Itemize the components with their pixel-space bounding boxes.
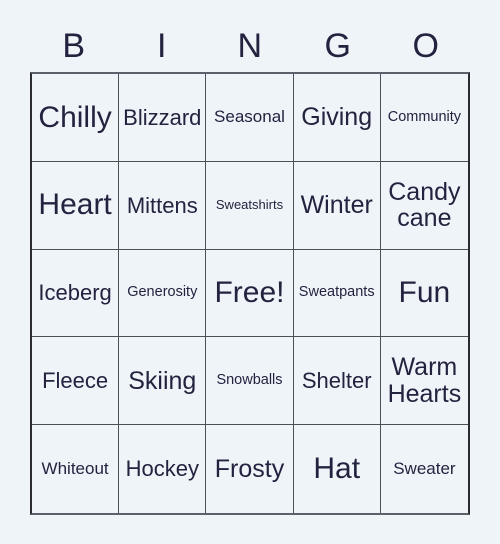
bingo-cell-label: Hat bbox=[313, 452, 361, 486]
bingo-cell[interactable]: Seasonal bbox=[206, 74, 294, 162]
bingo-header-letter-g: G bbox=[324, 27, 352, 65]
bingo-header-letter-n: N bbox=[237, 27, 263, 65]
bingo-cell-label: Generosity bbox=[127, 284, 198, 301]
bingo-cell-label: Shelter bbox=[301, 368, 372, 394]
bingo-cell[interactable]: Hat bbox=[293, 425, 381, 513]
bingo-cell-label: Giving bbox=[301, 103, 373, 132]
bingo-cell[interactable]: Heart bbox=[32, 161, 120, 250]
bingo-cell-label: Sweatpants bbox=[298, 284, 375, 301]
bingo-cell-label: Sweater bbox=[393, 459, 456, 479]
bingo-cell-label: Hockey bbox=[125, 456, 199, 482]
bingo-cell[interactable]: Whiteout bbox=[32, 425, 120, 513]
bingo-cell[interactable]: Sweater bbox=[380, 425, 468, 513]
bingo-cell[interactable]: Shelter bbox=[293, 337, 381, 426]
bingo-cell-label: Seasonal bbox=[214, 107, 285, 127]
bingo-cell[interactable]: Iceberg bbox=[32, 249, 120, 338]
bingo-header-letter-i: I bbox=[157, 27, 167, 65]
bingo-cell-label: Candy cane bbox=[388, 177, 461, 233]
bingo-cell[interactable]: Frosty bbox=[206, 425, 294, 513]
bingo-cell[interactable]: Snowballs bbox=[206, 337, 294, 426]
bingo-cell[interactable]: Warm Hearts bbox=[380, 337, 468, 426]
bingo-cell[interactable]: Sweatpants bbox=[293, 249, 381, 338]
bingo-cell[interactable]: Candy cane bbox=[380, 161, 468, 250]
bingo-cell[interactable]: Fleece bbox=[32, 337, 120, 426]
bingo-cell-label: Free! bbox=[214, 276, 285, 310]
bingo-cell[interactable]: Winter bbox=[293, 161, 381, 250]
bingo-cell-label: Winter bbox=[300, 190, 373, 219]
bingo-cell-label: Skiing bbox=[128, 366, 197, 395]
bingo-cell-label: Fun bbox=[398, 276, 451, 310]
bingo-header-letter-b: B bbox=[62, 27, 86, 65]
bingo-grid: Chilly Blizzard Seasonal Giving Community Hea… bbox=[30, 72, 470, 515]
bingo-card: B I N G O Chilly Blizzard Seasonal Giving Co… bbox=[0, 0, 500, 544]
bingo-cell-label: Chilly bbox=[38, 100, 112, 134]
bingo-cell-label: Sweatshirts bbox=[215, 197, 284, 213]
bingo-cell-label: Whiteout bbox=[41, 459, 109, 479]
bingo-cell-label: Community bbox=[387, 108, 462, 125]
bingo-cell-label: Snowballs bbox=[216, 372, 283, 389]
bingo-cell-label: Fleece bbox=[42, 368, 109, 394]
bingo-cell[interactable]: Hockey bbox=[119, 425, 207, 513]
bingo-cell[interactable]: Fun bbox=[380, 249, 468, 338]
bingo-cell[interactable]: Chilly bbox=[32, 74, 120, 162]
bingo-header-row: B I N G O bbox=[30, 20, 470, 72]
bingo-header-letter-o: O bbox=[412, 27, 440, 65]
bingo-cell[interactable]: Community bbox=[380, 74, 468, 162]
bingo-cell-label: Blizzard bbox=[123, 104, 202, 130]
bingo-cell[interactable]: Generosity bbox=[119, 249, 207, 338]
bingo-cell-free-space[interactable]: Free! bbox=[206, 249, 294, 338]
bingo-cell[interactable]: Giving bbox=[293, 74, 381, 162]
bingo-cell-label: Iceberg bbox=[38, 280, 112, 306]
bingo-cell-label: Mittens bbox=[126, 192, 198, 218]
bingo-cell[interactable]: Sweatshirts bbox=[206, 161, 294, 250]
bingo-cell-label: Frosty bbox=[214, 454, 285, 483]
bingo-cell-label: Heart bbox=[38, 188, 112, 222]
bingo-cell-label: Warm Hearts bbox=[387, 353, 462, 408]
bingo-cell[interactable]: Skiing bbox=[119, 337, 207, 426]
bingo-cell[interactable]: Blizzard bbox=[119, 74, 207, 162]
bingo-cell[interactable]: Mittens bbox=[119, 161, 207, 250]
